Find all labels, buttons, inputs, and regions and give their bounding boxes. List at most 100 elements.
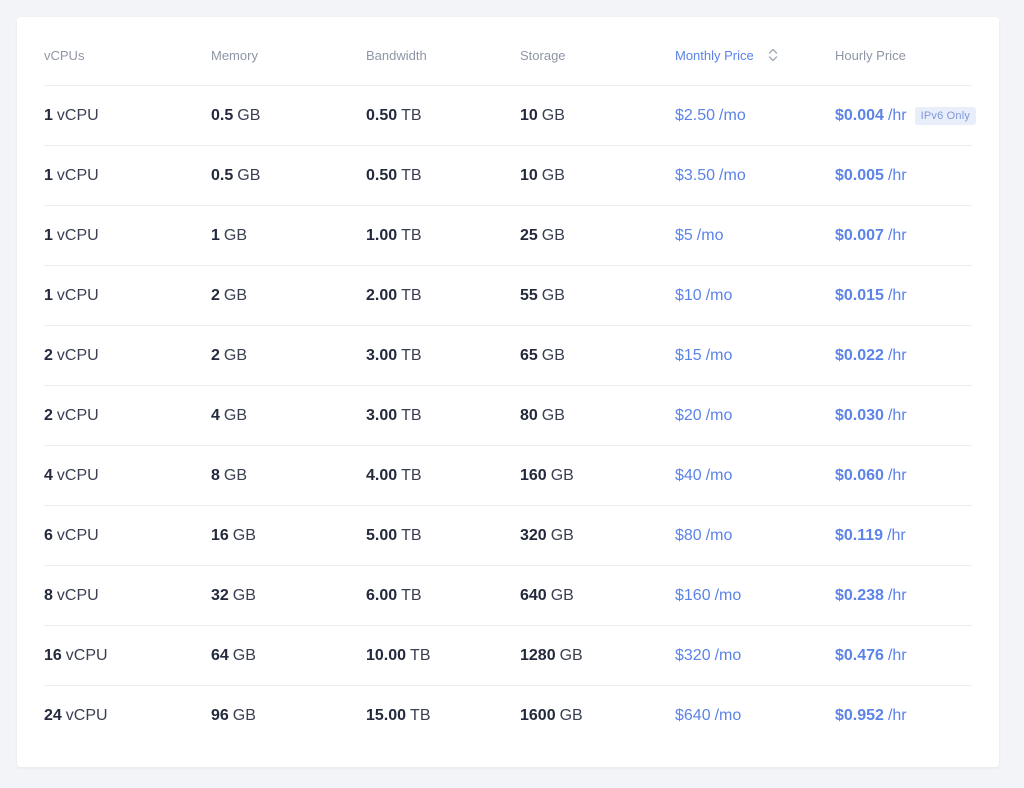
vcpu-unit: vCPU (65, 707, 108, 724)
table-row[interactable]: 1 vCPU 2 GB 2.00 TB 55 GB $10/mo $0.015/hr (44, 266, 972, 326)
bandwidth-value: 3.00 (366, 346, 398, 364)
storage-unit: GB (550, 466, 574, 484)
memory-unit: GB (223, 466, 248, 484)
cell-memory: 0.5 GB (211, 146, 260, 205)
bandwidth-value: 5.00 (366, 526, 398, 544)
cell-monthly-price: $320/mo (675, 626, 741, 685)
vcpu-unit: vCPU (56, 166, 99, 184)
bandwidth-unit: TB (410, 646, 431, 664)
memory-value: 16 (211, 526, 229, 544)
table-row[interactable]: 6 vCPU 16 GB 5.00 TB 320 GB $80/mo $0.119/hr (44, 506, 972, 566)
cell-storage: 640 GB (520, 566, 574, 625)
vcpu-count: 1 (44, 166, 53, 184)
cell-memory: 0.5 GB (211, 86, 260, 145)
vcpu-count: 4 (44, 466, 53, 484)
monthly-price-value: $40 (675, 466, 702, 484)
cell-bandwidth: 6.00 TB (366, 566, 422, 625)
sort-updown-icon[interactable] (768, 47, 778, 63)
memory-unit: GB (237, 166, 261, 184)
cell-monthly-price: $5/mo (675, 206, 723, 265)
hourly-price-unit: /hr (887, 526, 906, 544)
table-row[interactable]: 4 vCPU 8 GB 4.00 TB 160 GB $40/mo $0.060/hr (44, 446, 972, 506)
hourly-price-unit: /hr (887, 226, 907, 244)
hourly-price-unit: /hr (887, 707, 907, 724)
cell-storage: 1600 GB (520, 686, 583, 746)
memory-unit: GB (237, 106, 261, 124)
table-header-row: vCPUs Memory Bandwidth Storage Monthly P… (44, 41, 972, 86)
storage-value: 10 (520, 166, 538, 184)
vcpu-unit: vCPU (56, 586, 99, 604)
memory-value: 1 (211, 226, 220, 244)
monthly-price-value: $2.50 (675, 106, 716, 124)
header-bandwidth: Bandwidth (366, 47, 427, 63)
header-storage: Storage (520, 47, 566, 63)
memory-value: 2 (211, 286, 220, 304)
table-row[interactable]: 24 vCPU 96 GB 15.00 TB 1600 GB $640/mo $0.952/hr (44, 686, 972, 746)
bandwidth-value: 1.00 (366, 226, 398, 244)
memory-value: 0.5 (211, 106, 234, 124)
hourly-price-unit: /hr (887, 286, 907, 304)
cell-bandwidth: 2.00 TB (366, 266, 422, 325)
cell-hourly-price: $0.476/hr (835, 626, 907, 685)
memory-unit: GB (223, 346, 248, 364)
vcpu-count: 1 (44, 286, 53, 304)
bandwidth-unit: TB (401, 406, 422, 424)
cell-bandwidth: 3.00 TB (366, 386, 422, 445)
cell-bandwidth: 10.00 TB (366, 626, 431, 685)
storage-unit: GB (550, 526, 574, 544)
vcpu-count: 6 (44, 526, 53, 544)
hourly-price-value: $0.004 (835, 106, 884, 124)
bandwidth-unit: TB (401, 226, 422, 244)
monthly-price-unit: /mo (705, 526, 733, 544)
memory-value: 0.5 (211, 166, 234, 184)
hourly-price-value: $0.030 (835, 406, 884, 424)
storage-value: 65 (520, 346, 538, 364)
table-row[interactable]: 2 vCPU 2 GB 3.00 TB 65 GB $15/mo $0.022/hr (44, 326, 972, 386)
table-row[interactable]: 1 vCPU 1 GB 1.00 TB 25 GB $5/mo $0.007/hr (44, 206, 972, 266)
cell-bandwidth: 4.00 TB (366, 446, 422, 505)
bandwidth-value: 0.50 (366, 166, 398, 184)
table-row[interactable]: 1 vCPU 0.5 GB 0.50 TB 10 GB $3.50/mo $0.005/hr (44, 146, 972, 206)
cell-monthly-price: $80/mo (675, 506, 732, 565)
ipv6-only-badge: IPv6 Only (914, 106, 977, 125)
header-hourly-price[interactable]: Hourly Price (835, 41, 906, 69)
cell-storage: 80 GB (520, 386, 565, 445)
cell-monthly-price: $2.50/mo (675, 86, 746, 145)
bandwidth-value: 3.00 (366, 406, 398, 424)
header-monthly-price-sort[interactable]: Monthly Price (675, 41, 778, 69)
memory-value: 4 (211, 406, 220, 424)
memory-value: 32 (211, 586, 229, 604)
storage-value: 160 (520, 466, 547, 484)
storage-unit: GB (550, 586, 574, 604)
vcpu-unit: vCPU (65, 646, 108, 664)
hourly-price-unit: /hr (887, 646, 907, 664)
cell-hourly-price: $0.030/hr (835, 386, 907, 445)
cell-storage: 10 GB (520, 146, 565, 205)
monthly-price-unit: /mo (705, 406, 733, 424)
storage-unit: GB (541, 406, 565, 424)
cell-vcpu: 1 vCPU (44, 146, 99, 205)
hourly-price-value: $0.476 (835, 646, 884, 664)
table-row[interactable]: 16 vCPU 64 GB 10.00 TB 1280 GB $320/mo $0.476/hr (44, 626, 972, 686)
cell-hourly-price: $0.238/hr (835, 566, 907, 625)
cell-bandwidth: 0.50 TB (366, 86, 422, 145)
vcpu-unit: vCPU (56, 226, 99, 244)
cell-storage: 55 GB (520, 266, 565, 325)
vcpu-unit: vCPU (56, 286, 99, 304)
cell-bandwidth: 1.00 TB (366, 206, 422, 265)
cell-hourly-price: $0.022/hr (835, 326, 907, 385)
table-row[interactable]: 2 vCPU 4 GB 3.00 TB 80 GB $20/mo $0.030/hr (44, 386, 972, 446)
storage-unit: GB (541, 106, 565, 124)
cell-storage: 10 GB (520, 86, 565, 145)
bandwidth-unit: TB (401, 106, 422, 124)
table-row[interactable]: 1 vCPU 0.5 GB 0.50 TB 10 GB $2.50/mo $0.004/hr IPv… (44, 86, 977, 146)
cell-memory: 64 GB (211, 626, 256, 685)
monthly-price-unit: /mo (705, 466, 733, 484)
storage-value: 55 (520, 286, 538, 304)
hourly-price-unit: /hr (887, 346, 907, 364)
storage-value: 25 (520, 226, 538, 244)
hourly-price-value: $0.005 (835, 166, 884, 184)
cell-monthly-price: $40/mo (675, 446, 732, 505)
bandwidth-value: 6.00 (366, 586, 398, 604)
table-row[interactable]: 8 vCPU 32 GB 6.00 TB 640 GB $160/mo $0.238/hr (44, 566, 972, 626)
